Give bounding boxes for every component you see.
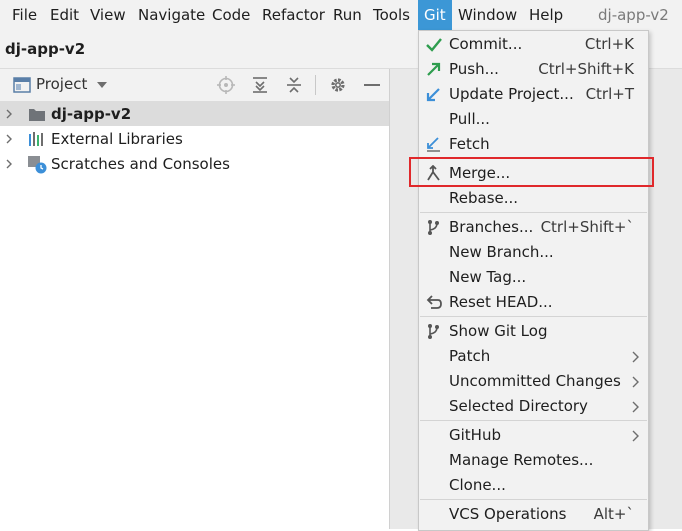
menu-refactor[interactable]: Refactor (262, 0, 325, 30)
menu-item-update-project[interactable]: Update Project... Ctrl+T (419, 82, 648, 107)
menu-item-commit[interactable]: Commit... Ctrl+K (419, 32, 648, 57)
tree-item-external-libraries[interactable]: External Libraries (0, 127, 389, 151)
project-panel-title[interactable]: Project (36, 75, 87, 93)
menu-item-manage-remotes[interactable]: Manage Remotes... (419, 448, 648, 473)
menu-item-label: Rebase... (449, 189, 519, 207)
menu-item-label: Uncommitted Changes (449, 372, 621, 390)
scratches-icon (28, 156, 47, 174)
menu-item-github[interactable]: GitHub (419, 423, 648, 448)
fetch-icon (427, 137, 440, 152)
menu-edit[interactable]: Edit (50, 0, 79, 30)
minimize-icon[interactable] (363, 83, 381, 87)
menu-separator (420, 420, 647, 421)
menu-code[interactable]: Code (212, 0, 250, 30)
menu-view[interactable]: View (90, 0, 126, 30)
menu-item-label: Show Git Log (449, 322, 548, 340)
menu-item-label: Pull... (449, 110, 490, 128)
menu-git[interactable]: Git (418, 0, 452, 30)
menu-window[interactable]: Window (458, 0, 517, 30)
menu-item-branches[interactable]: Branches... Ctrl+Shift+` (419, 215, 648, 240)
tree-item-label: Scratches and Consoles (51, 155, 230, 173)
locate-icon[interactable] (217, 76, 235, 94)
expand-all-icon[interactable] (251, 76, 269, 94)
chevron-right-icon (632, 351, 639, 363)
menu-item-label: Patch (449, 347, 491, 365)
menu-item-shortcut: Ctrl+Shift+K (538, 60, 634, 78)
main-menubar: File Edit View Navigate Code Refactor Ru… (0, 0, 682, 30)
branch-icon (428, 220, 439, 235)
project-window-icon (13, 77, 31, 93)
menu-item-label: Commit... (449, 35, 523, 53)
menu-item-uncommitted-changes[interactable]: Uncommitted Changes (419, 369, 648, 394)
tree-item-label: dj-app-v2 (51, 105, 132, 123)
menu-item-shortcut: Ctrl+Shift+` (540, 218, 634, 236)
library-icon (29, 132, 43, 146)
menu-item-shortcut: Ctrl+K (584, 35, 634, 53)
chevron-right-icon (632, 376, 639, 388)
check-icon (426, 38, 442, 52)
git-dropdown-menu: Commit... Ctrl+K Push... Ctrl+Shift+K Up… (418, 30, 649, 531)
menu-item-label: Update Project... (449, 85, 574, 103)
menu-item-label: GitHub (449, 426, 501, 444)
tree-item-project-root[interactable]: dj-app-v2 (0, 102, 389, 126)
collapse-all-icon[interactable] (285, 76, 303, 94)
project-title: dj-app-v2 (598, 6, 669, 24)
menu-separator (420, 316, 647, 317)
menu-item-patch[interactable]: Patch (419, 344, 648, 369)
project-tool-window: Project dj-app-v2 External Libraries Scr… (0, 69, 390, 529)
chevron-right-icon[interactable] (4, 152, 14, 176)
git-log-icon (428, 324, 439, 339)
menu-item-shortcut: Alt+` (593, 505, 634, 523)
reset-icon (426, 295, 442, 309)
menu-item-label: New Tag... (449, 268, 527, 286)
chevron-down-icon[interactable] (96, 81, 108, 89)
menu-item-new-branch[interactable]: New Branch... (419, 240, 648, 265)
push-arrow-icon (427, 62, 441, 76)
menu-item-label: Clone... (449, 476, 506, 494)
menu-item-push[interactable]: Push... Ctrl+Shift+K (419, 57, 648, 82)
gear-icon[interactable] (329, 76, 347, 94)
toolbar-divider (315, 75, 316, 95)
tree-item-label: External Libraries (51, 130, 183, 148)
project-panel-header: Project (0, 69, 389, 102)
chevron-right-icon[interactable] (4, 127, 14, 151)
menu-item-label: Branches... (449, 218, 534, 236)
menu-item-label: Selected Directory (449, 397, 588, 415)
folder-icon (29, 109, 45, 121)
tree-item-scratches[interactable]: Scratches and Consoles (0, 152, 389, 176)
menu-item-show-git-log[interactable]: Show Git Log (419, 319, 648, 344)
menu-run[interactable]: Run (333, 0, 362, 30)
chevron-right-icon[interactable] (4, 102, 14, 126)
menu-file[interactable]: File (12, 0, 37, 30)
breadcrumb[interactable]: dj-app-v2 (5, 40, 85, 58)
menu-item-label: Push... (449, 60, 499, 78)
menu-item-reset-head[interactable]: Reset HEAD... (419, 290, 648, 315)
menu-item-label: Manage Remotes... (449, 451, 594, 469)
menu-separator (420, 212, 647, 213)
chevron-right-icon (632, 401, 639, 413)
menu-item-clone[interactable]: Clone... (419, 473, 648, 498)
menu-item-selected-directory[interactable]: Selected Directory (419, 394, 648, 419)
merge-highlight-box (409, 157, 654, 187)
menu-tools[interactable]: Tools (373, 0, 410, 30)
menu-item-rebase[interactable]: Rebase... (419, 186, 648, 211)
menu-item-new-tag[interactable]: New Tag... (419, 265, 648, 290)
menu-item-label: VCS Operations (449, 505, 567, 523)
menu-navigate[interactable]: Navigate (138, 0, 205, 30)
menu-item-pull[interactable]: Pull... (419, 107, 648, 132)
menu-item-shortcut: Ctrl+T (585, 85, 634, 103)
menu-item-vcs-operations[interactable]: VCS Operations Alt+` (419, 502, 648, 527)
menu-help[interactable]: Help (529, 0, 563, 30)
menu-item-fetch[interactable]: Fetch (419, 132, 648, 157)
menu-item-label: Fetch (449, 135, 490, 153)
chevron-right-icon (632, 430, 639, 442)
update-arrow-icon (426, 88, 440, 102)
menu-separator (420, 499, 647, 500)
menu-item-label: New Branch... (449, 243, 554, 261)
menu-item-label: Reset HEAD... (449, 293, 553, 311)
